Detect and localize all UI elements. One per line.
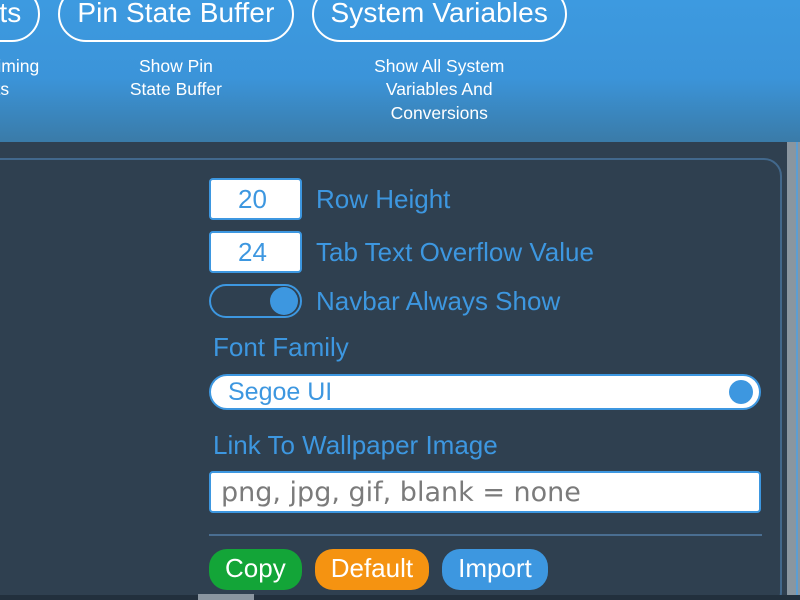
wallpaper-label: Link To Wallpaper Image [213,430,498,460]
nav-caption-system-variables: Show All System Variables And Conversions [374,56,505,123]
font-family-label-wrap: Font Family [213,332,349,363]
copy-button[interactable]: Copy [209,549,302,590]
app-root: Stats Show TimingStats Pin State Buffer … [0,0,800,600]
nav-item-pin-state-buffer[interactable]: Pin State Buffer Show Pin State Buffer [58,0,294,102]
actions-divider [209,534,762,536]
row-height-row: 20 Row Height [209,178,450,220]
nav-caption-stats: Show TimingStats [0,56,40,100]
tab-text-overflow-label: Tab Text Overflow Value [316,236,594,267]
nav-item-stats[interactable]: Stats Show TimingStats [0,0,41,102]
dropdown-knob-icon[interactable] [729,380,753,404]
font-family-select-wrap: Segoe UI [209,374,761,410]
wallpaper-input-wrap: png, jpg, gif, blank = none [209,471,761,513]
toggle-knob-icon [270,287,298,315]
nav-item-system-variables[interactable]: System Variables Show All System Variable… [311,0,567,125]
wallpaper-label-wrap: Link To Wallpaper Image [213,430,498,461]
nav-pill-pin-state-buffer[interactable]: Pin State Buffer [58,0,294,42]
tab-text-overflow-input[interactable]: 24 [209,231,302,273]
horizontal-scrollbar-thumb[interactable] [198,594,254,600]
navbar-always-show-label: Navbar Always Show [316,285,561,316]
row-height-input[interactable]: 20 [209,178,302,220]
import-button[interactable]: Import [442,549,548,590]
font-family-value: Segoe UI [228,377,333,406]
nav-button-group: Stats Show TimingStats Pin State Buffer … [0,0,567,125]
nav-caption-pin-state-buffer: Show Pin State Buffer [129,56,222,100]
row-height-label: Row Height [316,183,451,214]
navbar-always-show-toggle[interactable] [209,284,302,318]
tab-text-overflow-row: 24 Tab Text Overflow Value [209,231,594,273]
vertical-scrollbar-track[interactable] [787,142,800,600]
top-nav-bar: Stats Show TimingStats Pin State Buffer … [0,0,800,142]
settings-form: 20 Row Height 24 Tab Text Overflow Value… [0,142,782,600]
action-button-row: Copy Default Import [209,549,548,590]
font-family-select[interactable]: Segoe UI [209,374,761,410]
default-button[interactable]: Default [314,549,430,590]
wallpaper-input[interactable]: png, jpg, gif, blank = none [209,471,761,513]
panel-right-edge-line [796,142,798,600]
navbar-always-show-row: Navbar Always Show [209,284,560,318]
vertical-scrollbar-thumb[interactable] [787,142,800,600]
bottom-edge-strip [0,595,800,600]
wallpaper-placeholder: png, jpg, gif, blank = none [221,476,581,508]
nav-pill-stats[interactable]: Stats [0,0,41,42]
font-family-label: Font Family [213,332,349,362]
nav-pill-system-variables[interactable]: System Variables [311,0,567,42]
